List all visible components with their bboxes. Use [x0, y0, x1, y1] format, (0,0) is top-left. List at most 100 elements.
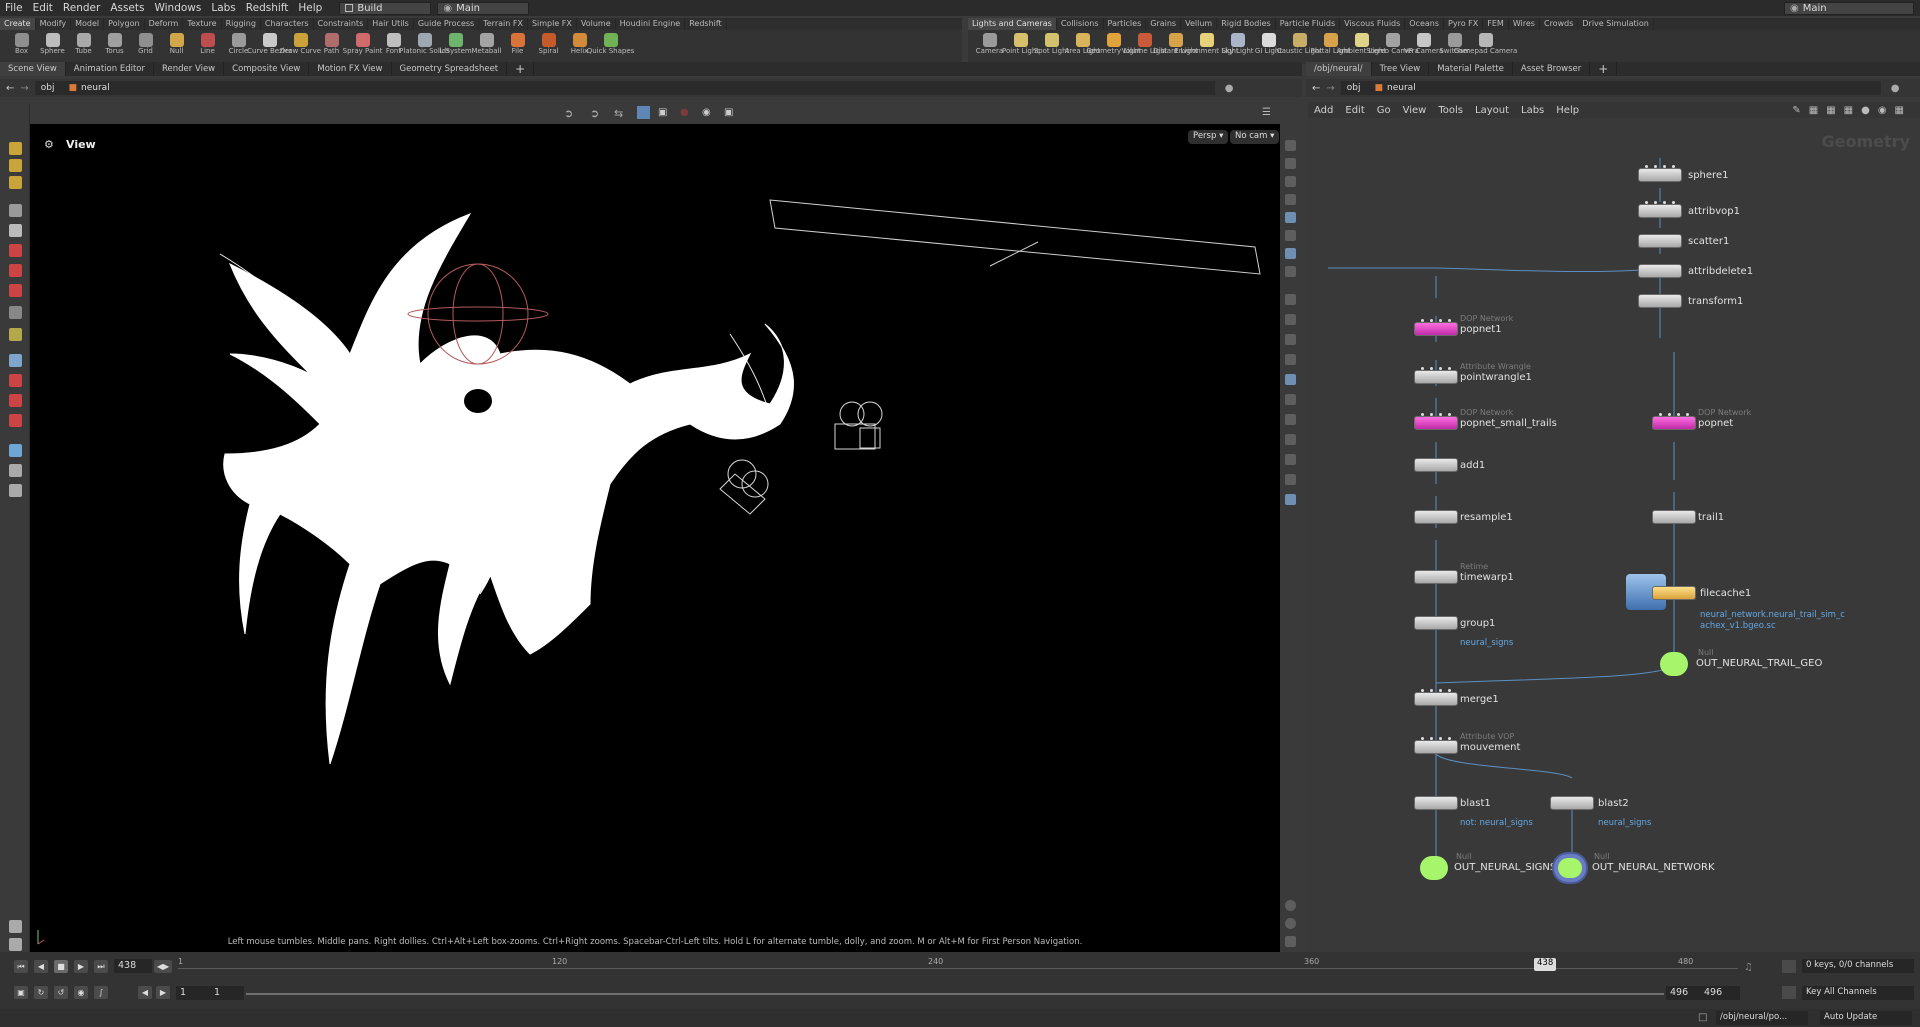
stop-button[interactable]: ■: [54, 960, 68, 973]
shelf-tab[interactable]: Hair Utils: [368, 18, 414, 30]
handle-tool-icon[interactable]: [9, 142, 22, 155]
playback-option[interactable]: ↺: [54, 986, 68, 999]
shelf-tool[interactable]: File: [502, 30, 533, 55]
shelf-tab[interactable]: Deform: [145, 18, 184, 30]
shelf-tab[interactable]: Guide Process: [414, 18, 480, 30]
current-frame-field[interactable]: 438: [114, 959, 152, 973]
shelf-tab[interactable]: Crowds: [1540, 18, 1579, 30]
display-icon[interactable]: [1285, 936, 1296, 947]
node-filecache1[interactable]: [1652, 586, 1696, 600]
shelf-tab[interactable]: Wires: [1509, 18, 1540, 30]
net-menu-labs[interactable]: Labs: [1515, 105, 1550, 116]
forward-arrow-icon[interactable]: →: [20, 83, 28, 94]
move-tool-icon[interactable]: [9, 244, 22, 257]
snap-icon[interactable]: [9, 464, 22, 477]
shelf-tab[interactable]: Create: [0, 18, 36, 30]
key-tools-icon[interactable]: [1782, 986, 1796, 999]
shelf-tab[interactable]: Oceans: [1405, 18, 1445, 30]
display-option-icon[interactable]: ➲: [564, 107, 573, 120]
display-icon[interactable]: [1285, 314, 1296, 325]
shelf-tab[interactable]: Particle Fluids: [1276, 18, 1341, 30]
key-options-icon[interactable]: [1782, 960, 1796, 973]
node-blast2[interactable]: [1550, 796, 1594, 810]
right-path-field[interactable]: obj ■ neural: [1340, 81, 1881, 95]
shelf-tool[interactable]: Grid: [130, 30, 161, 55]
display-option-icon[interactable]: ⇆: [614, 107, 623, 120]
shelf-tab[interactable]: Lights and Cameras: [968, 18, 1057, 30]
obj-path-segment[interactable]: obj: [1347, 83, 1361, 93]
net-menu-help[interactable]: Help: [1550, 105, 1585, 116]
camera-icon[interactable]: ▣: [724, 107, 733, 118]
tab-render-view[interactable]: Render View: [154, 62, 225, 76]
menu-edit[interactable]: Edit: [28, 2, 58, 14]
tab-tree-view[interactable]: Tree View: [1372, 62, 1430, 76]
shelf-tab[interactable]: Simple FX: [528, 18, 577, 30]
shelf-tab[interactable]: Characters: [261, 18, 314, 30]
pin-icon[interactable]: ●: [1225, 83, 1234, 94]
display-icon[interactable]: [1285, 230, 1296, 241]
shelf-tab[interactable]: Modify: [36, 18, 72, 30]
shelf-tab[interactable]: FEM: [1483, 18, 1509, 30]
tab-motion-fx-view[interactable]: Motion FX View: [309, 62, 392, 76]
network-toolbar-icons[interactable]: ✎▦▦▦●◉▦: [1792, 105, 1912, 116]
back-arrow-icon[interactable]: ←: [1312, 83, 1320, 94]
shelf-tab[interactable]: Houdini Engine: [616, 18, 686, 30]
jump-start-button[interactable]: ⏮: [14, 960, 28, 973]
net-menu-edit[interactable]: Edit: [1339, 105, 1370, 116]
node-trail1[interactable]: [1652, 510, 1696, 524]
tab-geometry-spreadsheet[interactable]: Geometry Spreadsheet: [392, 62, 508, 76]
shelf-tab[interactable]: Viscous Fluids: [1340, 18, 1406, 30]
shelf-tool[interactable]: Metaball: [471, 30, 502, 55]
status-path-field[interactable]: /obj/neural/po...: [1716, 1011, 1808, 1025]
add-tab-button[interactable]: +: [507, 62, 535, 76]
add-tab-button[interactable]: +: [1590, 62, 1618, 76]
null-node-out-trail[interactable]: [1660, 652, 1688, 676]
net-menu-add[interactable]: Add: [1308, 105, 1339, 116]
keyframe-next[interactable]: ▶: [156, 986, 170, 999]
shelf-tool[interactable]: VR Camera: [1404, 30, 1443, 55]
view-tool-icon[interactable]: [9, 354, 22, 367]
select-tool-icon[interactable]: [9, 204, 22, 217]
shelf-tab[interactable]: Drive Simulation: [1578, 18, 1654, 30]
node-add1[interactable]: [1414, 458, 1458, 472]
range-slider[interactable]: [246, 993, 1664, 995]
tab-network-editor[interactable]: /obj/neural/: [1306, 62, 1372, 76]
shelf-tab[interactable]: Grains: [1146, 18, 1182, 30]
net-menu-go[interactable]: Go: [1371, 105, 1397, 116]
help-icon[interactable]: [1285, 918, 1296, 929]
shelf-tab[interactable]: Model: [71, 18, 105, 30]
network-editor[interactable]: Geometry sphere1 attribvop1 scatter1 att…: [1308, 118, 1920, 952]
display-option-icon[interactable]: [637, 106, 650, 119]
shelf-tool[interactable]: Sky Light: [1221, 30, 1254, 55]
display-icon[interactable]: [1285, 434, 1296, 445]
node-group1[interactable]: [1414, 616, 1458, 630]
menu-redshift[interactable]: Redshift: [241, 2, 294, 14]
shelf-tool[interactable]: Spiral: [533, 30, 564, 55]
tab-material-palette[interactable]: Material Palette: [1429, 62, 1513, 76]
net-menu-layout[interactable]: Layout: [1469, 105, 1515, 116]
frame-ruler[interactable]: 1 120 240 360 480 438: [178, 957, 1738, 977]
shelf-tool[interactable]: Sphere: [37, 30, 68, 55]
display-icon[interactable]: [1285, 140, 1296, 151]
shelf-tool[interactable]: Gamepad Camera: [1454, 30, 1517, 55]
menu-windows[interactable]: Windows: [149, 2, 206, 14]
playhead-marker[interactable]: 438: [1534, 958, 1557, 971]
node-pointwrangle1[interactable]: [1414, 367, 1458, 384]
node-popnet[interactable]: [1652, 413, 1696, 430]
settings-icon[interactable]: [9, 920, 22, 933]
menu-help[interactable]: Help: [293, 2, 327, 14]
shelf-tab[interactable]: Polygon: [104, 18, 145, 30]
shelf-tool[interactable]: Point Light: [1002, 30, 1039, 55]
menu-render[interactable]: Render: [58, 2, 105, 14]
shelf-tool[interactable]: Quick Shapes: [587, 30, 634, 55]
shelf-tab[interactable]: Constraints: [314, 18, 369, 30]
display-icon[interactable]: [1285, 494, 1296, 505]
menu-assets[interactable]: Assets: [105, 2, 149, 14]
display-icon[interactable]: [1285, 374, 1296, 385]
keyframe-prev[interactable]: ◀: [138, 986, 152, 999]
end-frame-field[interactable]: 496: [1700, 986, 1740, 1000]
display-icon[interactable]: [1285, 474, 1296, 485]
shelf-tab[interactable]: Vellum: [1181, 18, 1218, 30]
play-back-button[interactable]: ◀: [34, 960, 48, 973]
auto-update-menu[interactable]: Auto Update: [1820, 1011, 1912, 1025]
